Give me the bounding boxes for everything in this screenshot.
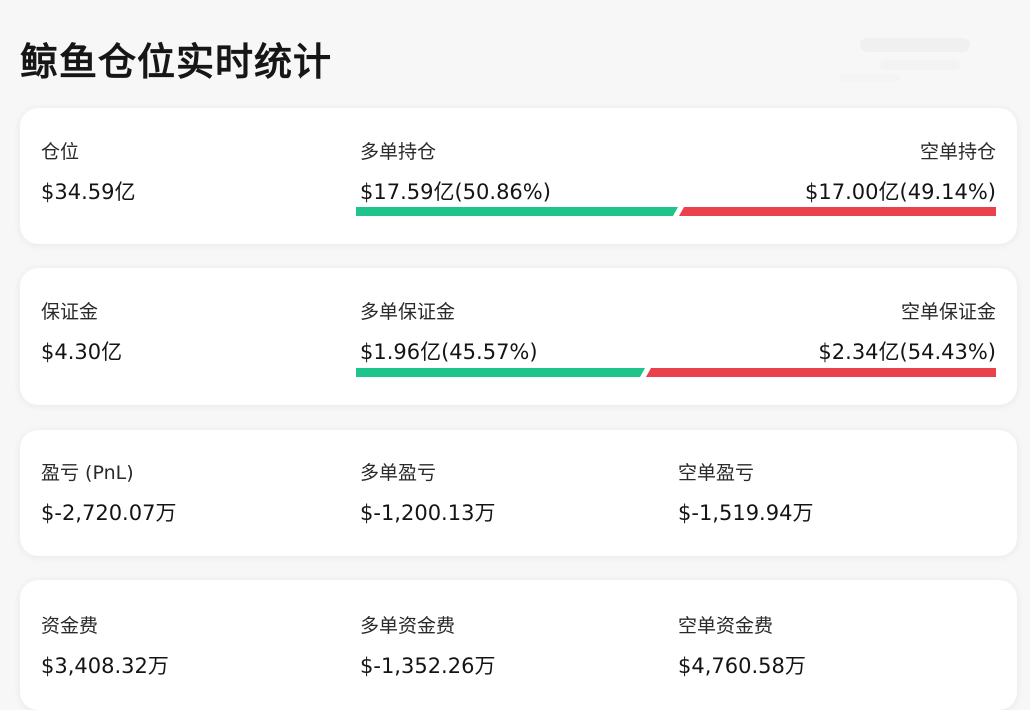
margin-label: 保证金: [41, 301, 99, 323]
short-funding-value: $4,760.58万: [678, 654, 806, 678]
short-pnl-label: 空单盈亏: [678, 462, 755, 484]
short-position-value: $17.00亿(49.14%): [805, 180, 996, 204]
position-value: $34.59亿: [41, 180, 136, 204]
pnl-label: 盈亏 (PnL): [41, 462, 134, 484]
logo-watermark-icon: [840, 38, 970, 82]
short-margin-label: 空单保证金: [900, 301, 996, 323]
pnl-value: $-2,720.07万: [41, 501, 177, 525]
margin-ratio-bar: [356, 368, 996, 377]
long-margin-bar: [356, 368, 645, 377]
position-label: 仓位: [41, 141, 80, 163]
long-position-label: 多单持仓: [360, 141, 437, 163]
long-position-bar: [356, 207, 678, 216]
long-position-value: $17.59亿(50.86%): [360, 180, 551, 204]
position-ratio-bar: [356, 207, 996, 216]
long-margin-label: 多单保证金: [360, 301, 456, 323]
funding-card: 资金费 $3,408.32万 多单资金费 $-1,352.26万 空单资金费 $…: [20, 580, 1017, 710]
page-title: 鲸鱼仓位实时统计: [20, 40, 333, 84]
short-margin-value: $2.34亿(54.43%): [818, 340, 996, 364]
long-pnl-value: $-1,200.13万: [360, 501, 496, 525]
long-funding-label: 多单资金费: [360, 615, 456, 637]
funding-label: 资金费: [41, 615, 99, 637]
short-pnl-value: $-1,519.94万: [678, 501, 814, 525]
funding-value: $3,408.32万: [41, 654, 169, 678]
pnl-card: 盈亏 (PnL) $-2,720.07万 多单盈亏 $-1,200.13万 空单…: [20, 430, 1017, 556]
short-margin-bar: [646, 368, 996, 377]
short-position-label: 空单持仓: [919, 141, 996, 163]
long-pnl-label: 多单盈亏: [360, 462, 437, 484]
long-funding-value: $-1,352.26万: [360, 654, 496, 678]
margin-card: 保证金 $4.30亿 多单保证金 $1.96亿(45.57%) 空单保证金 $2…: [20, 268, 1017, 405]
short-position-bar: [679, 207, 996, 216]
margin-value: $4.30亿: [41, 340, 123, 364]
short-funding-label: 空单资金费: [678, 615, 774, 637]
long-margin-value: $1.96亿(45.57%): [360, 340, 538, 364]
position-card: 仓位 $34.59亿 多单持仓 $17.59亿(50.86%) 空单持仓 $17…: [20, 108, 1017, 244]
